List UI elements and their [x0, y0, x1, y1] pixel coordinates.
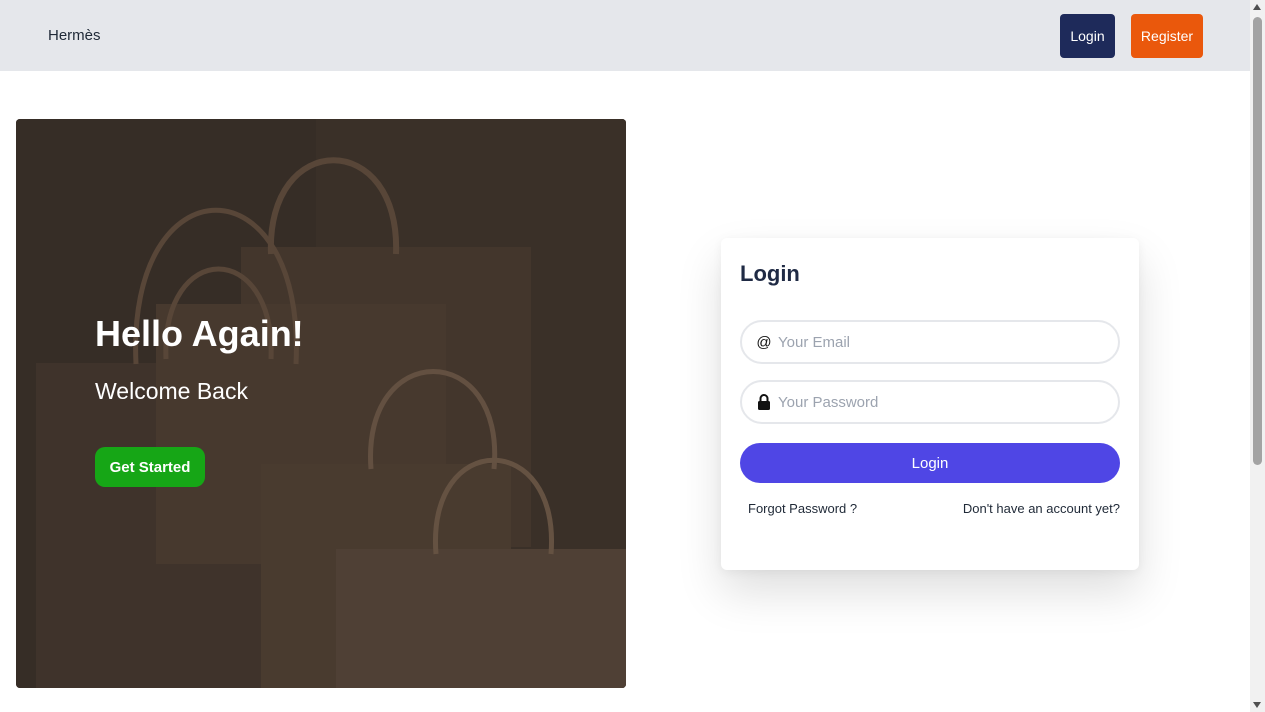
get-started-button[interactable]: Get Started: [95, 447, 205, 487]
login-card: Login @ Login Forgot Password ? Don't ha…: [721, 238, 1139, 570]
login-submit-button[interactable]: Login: [740, 443, 1120, 483]
scroll-thumb[interactable]: [1253, 17, 1262, 465]
nav-register-button[interactable]: Register: [1131, 14, 1203, 58]
hero-banner: Hello Again! Welcome Back Get Started: [16, 119, 626, 688]
scroll-up-icon[interactable]: [1253, 4, 1261, 10]
scroll-down-icon[interactable]: [1253, 702, 1261, 708]
hero-subtitle: Welcome Back: [95, 378, 248, 404]
top-navbar: Hermès Login Register: [0, 0, 1250, 71]
password-field[interactable]: [740, 380, 1120, 424]
lock-icon: [755, 392, 773, 412]
password-input[interactable]: [778, 382, 1108, 422]
signup-link[interactable]: Don't have an account yet?: [963, 501, 1120, 516]
email-field[interactable]: @: [740, 320, 1120, 364]
nav-login-button[interactable]: Login: [1060, 14, 1115, 58]
page-scrollbar[interactable]: [1250, 0, 1265, 712]
login-title: Login: [740, 261, 800, 286]
forgot-password-link[interactable]: Forgot Password ?: [748, 501, 857, 516]
at-icon: @: [756, 333, 772, 351]
brand-logo[interactable]: Hermès: [48, 27, 101, 44]
email-input[interactable]: [778, 322, 1108, 362]
hero-title: Hello Again!: [95, 313, 304, 354]
